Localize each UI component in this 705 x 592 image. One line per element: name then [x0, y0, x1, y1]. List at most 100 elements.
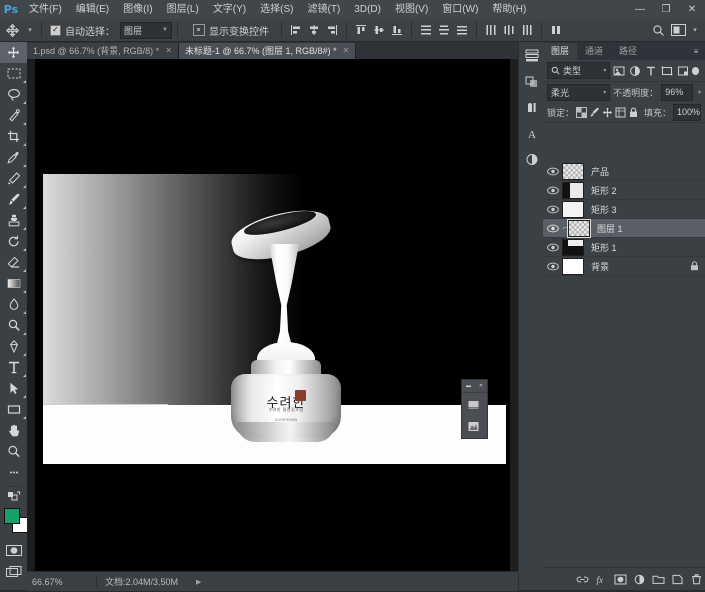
blend-mode-dropdown[interactable]: 柔光 ▾ [547, 84, 610, 101]
distribute-top-edges-button[interactable] [418, 22, 434, 38]
filter-adjustment-icon[interactable] [628, 63, 642, 78]
filter-pixel-icon[interactable] [612, 63, 626, 78]
tab-paths[interactable]: 路径 [611, 43, 645, 60]
filter-shape-icon[interactable] [660, 63, 674, 78]
zoom-tool[interactable] [0, 441, 27, 462]
default-colors-icon[interactable] [0, 490, 27, 502]
eraser-tool[interactable] [0, 252, 27, 273]
auto-select-group[interactable]: ✓ 自动选择： [50, 23, 115, 38]
layer-name[interactable]: 矩形 1 [588, 241, 617, 254]
filter-smart-object-icon[interactable] [676, 63, 690, 78]
lock-artboard-nesting-icon[interactable] [615, 105, 626, 120]
menu-help[interactable]: 帮助(H) [485, 0, 533, 19]
align-right-edges-button[interactable] [324, 22, 340, 38]
color-swatches[interactable] [0, 506, 27, 536]
close-icon[interactable]: ✕ [343, 43, 350, 59]
brush-panel-icon[interactable] [519, 94, 544, 120]
adjustments-panel-icon[interactable] [519, 146, 544, 172]
layer-name[interactable]: 矩形 3 [588, 203, 617, 216]
horizontal-type-tool[interactable] [0, 357, 27, 378]
align-horizontal-centers-button[interactable] [306, 22, 322, 38]
brush-tool[interactable] [0, 189, 27, 210]
pen-tool[interactable] [0, 336, 27, 357]
align-vertical-centers-button[interactable] [371, 22, 387, 38]
rectangle-tool[interactable] [0, 399, 27, 420]
transform-warp-icon[interactable] [462, 393, 484, 415]
new-group-button[interactable] [650, 571, 667, 588]
document-tab-2[interactable]: 未标题-1 @ 66.7% (图层 1, RGB/8#) * ✕ [179, 43, 356, 59]
minimize-icon[interactable]: ▬ [466, 383, 471, 389]
history-brush-tool[interactable] [0, 231, 27, 252]
menu-select[interactable]: 选择(S) [253, 0, 300, 19]
new-layer-button[interactable] [669, 571, 686, 588]
tab-channels[interactable]: 通道 [577, 43, 611, 60]
filter-kind-dropdown[interactable]: 类型 ▾ [547, 62, 610, 79]
blur-tool[interactable] [0, 294, 27, 315]
layer-thumbnail[interactable] [562, 181, 588, 199]
menu-type[interactable]: 文字(Y) [206, 0, 253, 19]
layer-thumbnail[interactable] [562, 200, 588, 218]
align-top-edges-button[interactable] [353, 22, 369, 38]
menu-filter[interactable]: 滤镜(T) [301, 0, 348, 19]
align-bottom-edges-button[interactable] [389, 22, 405, 38]
filter-type-icon[interactable] [644, 63, 658, 78]
layer-thumbnail[interactable] [562, 238, 588, 256]
panel-menu-icon[interactable]: ≡ [687, 43, 705, 60]
opacity-input[interactable]: 96% [661, 84, 693, 101]
distribute-vertical-centers-button[interactable] [436, 22, 452, 38]
rectangular-marquee-tool[interactable] [0, 63, 27, 84]
move-tool-icon[interactable] [0, 19, 24, 41]
foreground-color-swatch[interactable] [4, 508, 20, 524]
table-row[interactable]: 背景 [543, 257, 705, 276]
quick-selection-tool[interactable] [0, 105, 27, 126]
distribute-right-edges-button[interactable] [519, 22, 535, 38]
layer-visibility-toggle[interactable] [543, 219, 562, 237]
move-tool[interactable] [0, 42, 27, 63]
layer-visibility-toggle[interactable] [543, 162, 562, 180]
lock-transparent-pixels-icon[interactable] [576, 105, 587, 120]
color-panel-icon[interactable] [519, 68, 544, 94]
align-more-icon[interactable] [548, 22, 564, 38]
link-layers-button[interactable] [574, 571, 591, 588]
minimize-button[interactable]: — [627, 0, 653, 19]
layer-visibility-toggle[interactable] [543, 238, 562, 256]
dodge-tool[interactable] [0, 315, 27, 336]
show-transform-checkbox[interactable] [193, 24, 205, 36]
quick-mask-mode-button[interactable] [0, 540, 27, 561]
distribute-bottom-edges-button[interactable] [454, 22, 470, 38]
add-layer-mask-button[interactable] [612, 571, 629, 588]
floating-widget[interactable]: ▬ ✕ [461, 379, 488, 439]
spot-healing-brush-tool[interactable] [0, 168, 27, 189]
layer-thumbnail[interactable] [562, 162, 588, 180]
distribute-left-edges-button[interactable] [483, 22, 499, 38]
layer-visibility-toggle[interactable] [543, 200, 562, 218]
menu-edit[interactable]: 编辑(E) [69, 0, 116, 19]
fill-input[interactable]: 100% [673, 104, 701, 121]
history-panel-icon[interactable] [519, 42, 544, 68]
transform-commit-icon[interactable] [462, 415, 484, 437]
tab-layers[interactable]: 图层 [543, 43, 577, 60]
edit-toolbar-button[interactable] [0, 462, 27, 483]
layer-thumbnail[interactable] [562, 257, 588, 275]
layer-name[interactable]: 产品 [588, 165, 609, 178]
screen-mode-button[interactable] [0, 561, 27, 582]
menu-file[interactable]: 文件(F) [22, 0, 69, 19]
filter-enable-toggle[interactable] [692, 67, 699, 75]
hand-tool[interactable] [0, 420, 27, 441]
table-row[interactable]: 矩形 2 [543, 181, 705, 200]
clone-stamp-tool[interactable] [0, 210, 27, 231]
table-row[interactable]: ⌐ 图层 1 [543, 219, 705, 238]
layer-visibility-toggle[interactable] [543, 181, 562, 199]
lock-image-pixels-icon[interactable] [589, 105, 600, 120]
menu-view[interactable]: 视图(V) [388, 0, 435, 19]
layer-visibility-toggle[interactable] [543, 257, 562, 275]
search-icon[interactable] [650, 22, 666, 38]
auto-select-target-dropdown[interactable]: 图层 ▼ [120, 22, 172, 39]
distribute-horizontal-centers-button[interactable] [501, 22, 517, 38]
delete-layer-button[interactable] [688, 571, 705, 588]
path-selection-tool[interactable] [0, 378, 27, 399]
opacity-caret-icon[interactable]: ▾ [698, 89, 701, 96]
canvas-area[interactable]: 수려한 수려한 클렌징크림 SOORYEHAN ▬ ✕ [27, 59, 518, 571]
menu-window[interactable]: 窗口(W) [435, 0, 485, 19]
menu-layer[interactable]: 图层(L) [160, 0, 206, 19]
